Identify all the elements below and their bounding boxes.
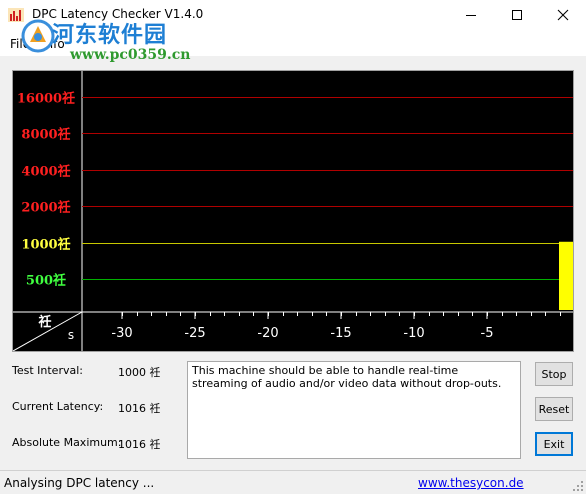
resize-grip-icon[interactable] bbox=[572, 480, 584, 492]
level-label: 1000祍 bbox=[21, 237, 70, 253]
watermark-url: www.pc0359.cn bbox=[70, 47, 191, 63]
current-latency-value: 1016 祍 bbox=[118, 402, 161, 415]
minimize-icon bbox=[466, 15, 476, 16]
x-tick-label: -15 bbox=[330, 326, 351, 341]
test-interval-value: 1000 祍 bbox=[118, 366, 161, 379]
level-label: 4000祍 bbox=[21, 164, 70, 180]
corner-unit-label: 祍 bbox=[37, 314, 51, 330]
level-label: 16000祍 bbox=[17, 91, 75, 107]
maximize-icon bbox=[512, 10, 522, 20]
test-interval-label: Test Interval: bbox=[12, 364, 83, 377]
status-bar: Analysing DPC latency ... www.thesycon.d… bbox=[0, 470, 586, 494]
x-tick-label: -5 bbox=[481, 326, 494, 341]
latency-bar bbox=[559, 241, 573, 310]
exit-button[interactable]: Exit bbox=[535, 432, 573, 456]
status-message: This machine should be able to handle re… bbox=[187, 361, 521, 459]
absolute-maximum-label: Absolute Maximum: bbox=[12, 436, 122, 449]
minimize-button[interactable] bbox=[448, 0, 494, 30]
website-link[interactable]: www.thesycon.de bbox=[418, 476, 524, 490]
corner-seconds-label: s bbox=[68, 328, 74, 342]
maximize-button[interactable] bbox=[494, 0, 540, 30]
latency-graph-canvas: 16000祍 8000祍 4000祍 2000祍 1000祍 500祍 -30 -25 -20 -… bbox=[13, 71, 573, 351]
x-tick-label: -10 bbox=[403, 326, 424, 341]
level-label: 2000祍 bbox=[21, 200, 70, 216]
latency-graph: 16000祍 8000祍 4000祍 2000祍 1000祍 500祍 -30 -25 -20 -… bbox=[12, 70, 574, 352]
close-button[interactable] bbox=[540, 0, 586, 30]
reset-button[interactable]: Reset bbox=[535, 397, 573, 421]
watermark-text: 河东软件园 bbox=[52, 22, 168, 48]
level-label: 8000祍 bbox=[21, 127, 70, 143]
status-text: Analysing DPC latency ... bbox=[4, 476, 155, 490]
close-icon bbox=[557, 9, 569, 21]
level-label: 500祍 bbox=[26, 273, 66, 289]
stop-button[interactable]: Stop bbox=[535, 362, 573, 386]
current-latency-label: Current Latency: bbox=[12, 400, 104, 413]
absolute-maximum-value: 1016 祍 bbox=[118, 438, 161, 451]
x-tick-label: -25 bbox=[184, 326, 205, 341]
x-tick-label: -20 bbox=[257, 326, 278, 341]
x-tick-label: -30 bbox=[111, 326, 132, 341]
